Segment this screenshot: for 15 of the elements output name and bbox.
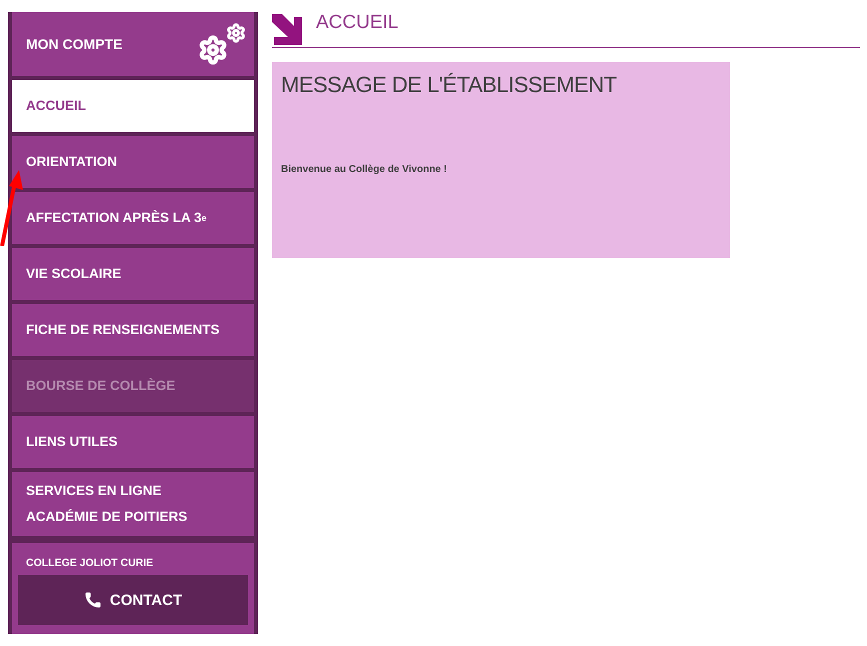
- nav-item[interactable]: ACCUEIL: [12, 80, 254, 132]
- account-menu[interactable]: MON COMPTE: [12, 12, 254, 76]
- phone-icon: [84, 591, 102, 609]
- nav-item[interactable]: FICHE DE RENSEIGNEMENTS: [12, 304, 254, 356]
- corner-arrow-icon: [272, 14, 302, 45]
- nav-item[interactable]: VIE SCOLAIRE: [12, 248, 254, 300]
- gears-icon: [198, 21, 248, 67]
- nav-item[interactable]: LIENS UTILES: [12, 416, 254, 468]
- message-text: Bienvenue au Collège de Vivonne !: [281, 164, 448, 175]
- contact-button[interactable]: CONTACT: [18, 575, 248, 625]
- nav-item[interactable]: ORIENTATION: [12, 136, 254, 188]
- message-title: MESSAGE DE L'ÉTABLISSEMENT: [281, 72, 618, 98]
- nav-item[interactable]: SERVICES EN LIGNE ACADÉMIE DE POITIERS: [12, 472, 254, 536]
- page-title: ACCUEIL: [316, 12, 398, 34]
- school-name: COLLEGE JOLIOT CURIE: [25, 557, 154, 569]
